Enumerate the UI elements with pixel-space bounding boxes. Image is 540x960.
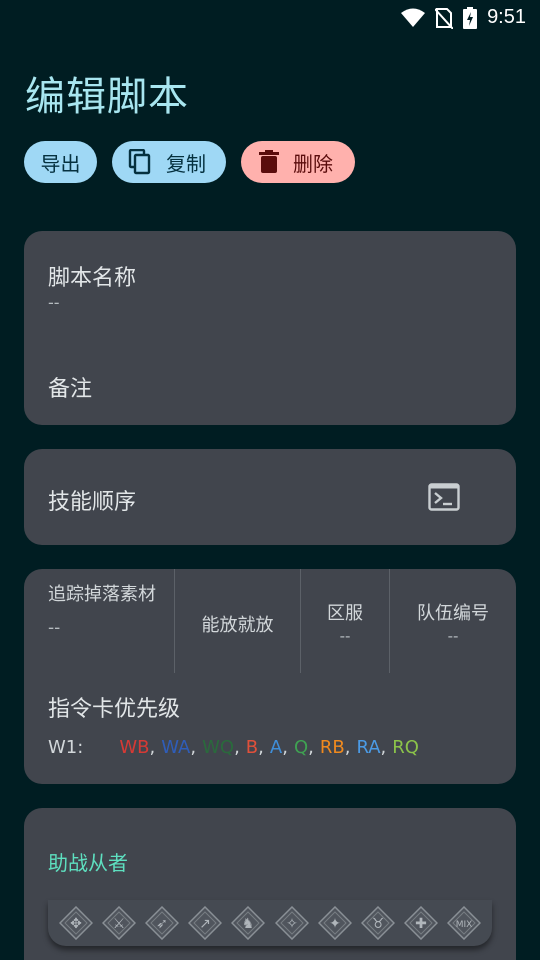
party-label: 队伍编号 xyxy=(417,603,489,624)
priority-separator: , xyxy=(380,737,387,758)
server-label: 区服 xyxy=(327,603,363,624)
copy-icon xyxy=(128,149,152,175)
status-time: 9:51 xyxy=(487,6,526,28)
track-drop-value: -- xyxy=(48,618,61,638)
priority-separator: , xyxy=(308,737,314,758)
card-priority-label: 指令卡优先级 xyxy=(48,697,181,722)
rider-icon[interactable]: ♞ xyxy=(230,905,266,941)
script-name-value[interactable]: -- xyxy=(48,293,60,312)
party-value: -- xyxy=(447,627,459,645)
caster-icon[interactable]: ✧ xyxy=(274,905,310,941)
export-button[interactable]: 导出 xyxy=(24,141,97,183)
priority-card-wa: WA xyxy=(161,737,191,758)
cast-ready-option[interactable]: 能放就放 xyxy=(175,569,300,673)
svg-text:♉: ♉ xyxy=(372,916,385,932)
wave-label: W1: xyxy=(48,737,84,758)
svg-text:✚: ✚ xyxy=(415,916,427,932)
track-drop-label: 追踪掉落素材 xyxy=(48,584,156,605)
support-label: 助战从者 xyxy=(48,851,128,875)
no-sim-icon xyxy=(435,7,454,29)
trash-icon xyxy=(259,150,279,174)
export-label: 导出 xyxy=(40,151,81,176)
priority-separator: , xyxy=(234,737,240,758)
note-label[interactable]: 备注 xyxy=(48,371,92,403)
party-option[interactable]: 队伍编号 -- xyxy=(390,569,516,673)
support-card: 助战从者 ✥ ⚔ ➶ ↗ ♞ ✧ ✦ ♉ ✚ MIX xyxy=(24,808,516,960)
svg-text:➶: ➶ xyxy=(156,916,168,932)
priority-separator: , xyxy=(258,737,264,758)
priority-separator: , xyxy=(149,737,156,758)
action-row: 导出 复制 删除 xyxy=(24,141,355,183)
skill-order-label: 技能顺序 xyxy=(48,490,137,515)
priority-card-rb: RB xyxy=(319,737,345,758)
archer-icon[interactable]: ➶ xyxy=(144,905,180,941)
server-option[interactable]: 区服 -- xyxy=(301,569,389,673)
priority-card-wb: WB xyxy=(119,737,150,758)
priority-card-wq: WQ xyxy=(202,737,235,758)
delete-label: 删除 xyxy=(293,151,333,176)
script-name-label[interactable]: 脚本名称 xyxy=(48,260,136,292)
class-filter-bar: ✥ ⚔ ➶ ↗ ♞ ✧ ✦ ♉ ✚ MIX xyxy=(48,900,492,946)
svg-text:✧: ✧ xyxy=(286,916,298,932)
assassin-icon[interactable]: ✦ xyxy=(317,905,353,941)
priority-card-a: A xyxy=(269,737,283,758)
options-card: 追踪掉落素材 -- 能放就放 区服 -- 队伍编号 -- 指令卡优先级 W1: … xyxy=(24,569,516,784)
svg-text:⚔: ⚔ xyxy=(113,916,126,932)
svg-text:✦: ✦ xyxy=(329,916,341,932)
skill-order-card[interactable]: 技能顺序 xyxy=(24,449,516,545)
cast-ready-label: 能放就放 xyxy=(201,615,274,636)
priority-separator: , xyxy=(190,737,197,758)
terminal-icon[interactable] xyxy=(428,483,460,515)
saber-icon[interactable]: ⚔ xyxy=(101,905,137,941)
svg-text:♞: ♞ xyxy=(242,916,255,932)
script-info-card: 脚本名称 -- 备注 xyxy=(24,231,516,425)
battery-charging-icon xyxy=(463,6,478,29)
svg-text:✥: ✥ xyxy=(70,916,82,932)
svg-text:↗: ↗ xyxy=(199,916,211,932)
copy-label: 复制 xyxy=(166,151,206,176)
mix-icon[interactable]: MIX xyxy=(446,905,482,941)
page-title: 编辑脚本 xyxy=(25,74,189,120)
card-priority-row[interactable]: W1: WB, WA, WQ, B, A, Q, RB, RA, RQ xyxy=(48,737,419,758)
berserker-icon[interactable]: ♉ xyxy=(360,905,396,941)
svg-text:MIX: MIX xyxy=(456,920,473,930)
status-bar: 9:51 xyxy=(0,0,540,36)
all-class-icon[interactable]: ✥ xyxy=(58,905,94,941)
priority-card-b: B xyxy=(245,737,259,758)
copy-button[interactable]: 复制 xyxy=(112,141,226,183)
priority-separator: , xyxy=(344,737,351,758)
track-drop-option[interactable]: 追踪掉落素材 -- xyxy=(24,569,174,673)
lancer-icon[interactable]: ↗ xyxy=(187,905,223,941)
wifi-icon xyxy=(401,8,426,28)
extra-icon[interactable]: ✚ xyxy=(403,905,439,941)
priority-card-rq: RQ xyxy=(392,737,419,758)
priority-separator: , xyxy=(282,737,288,758)
priority-card-ra: RA xyxy=(356,737,381,758)
server-value: -- xyxy=(339,627,351,645)
delete-button[interactable]: 删除 xyxy=(241,141,355,183)
priority-card-q: Q xyxy=(293,737,309,758)
